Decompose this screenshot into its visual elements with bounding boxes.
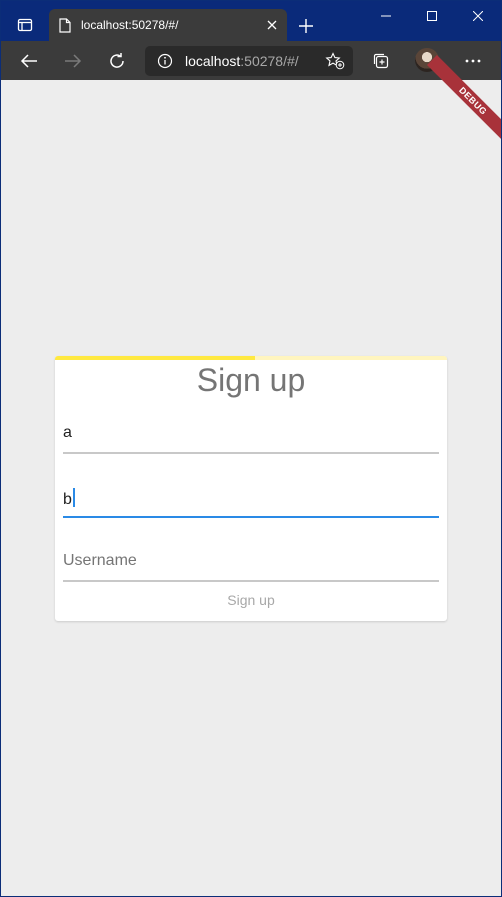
new-tab-button[interactable] [293,13,319,39]
info-icon[interactable] [157,53,173,69]
signup-card: Sign up a b Username Sign up [55,356,447,621]
field-one-value: a [63,424,72,441]
field-one[interactable] [63,414,439,454]
page-content: DEBUG Sign up a b Username Sign up [1,55,501,896]
tab-title: localhost:50278/#/ [81,18,179,32]
progress-bar [55,356,447,360]
address-host: localhost [185,53,241,69]
collections-icon [373,53,389,69]
close-window-button[interactable] [455,1,501,31]
signup-button[interactable]: Sign up [55,592,447,608]
minimize-icon [381,15,391,17]
settings-menu-button[interactable] [457,45,489,77]
progress-bar-fill [55,356,255,360]
field-two[interactable] [63,478,439,518]
field-two-value: b [63,491,72,508]
browser-window: localhost:50278/#/ localhost:50278/#/ D… [1,1,501,896]
title-bar: localhost:50278/#/ [1,1,501,41]
address-path: :50278/#/ [240,53,299,69]
refresh-icon [110,53,124,68]
text-cursor [72,488,75,507]
close-tab-icon[interactable] [267,20,277,30]
page-icon [59,17,71,33]
signup-title: Sign up [196,362,306,398]
username-placeholder: Username [63,552,137,569]
field-two-value-wrap: b [63,488,75,509]
back-arrow-icon [20,54,37,68]
browser-toolbar: localhost:50278/#/ [1,41,501,80]
add-favorite-icon[interactable] [325,52,345,70]
forward-button[interactable] [57,45,89,77]
close-icon [473,11,483,21]
refresh-button[interactable] [101,45,133,77]
more-icon [465,59,481,63]
browser-tab[interactable]: localhost:50278/#/ [49,9,287,41]
back-button[interactable] [13,45,45,77]
plus-icon [299,19,313,33]
maximize-button[interactable] [409,1,455,31]
forward-arrow-icon [65,54,82,68]
minimize-button[interactable] [363,1,409,31]
tab-actions-button[interactable] [7,11,43,39]
tab-actions-icon [17,18,33,32]
collections-button[interactable] [365,45,397,77]
maximize-icon [427,11,437,21]
address-bar[interactable]: localhost:50278/#/ [145,46,353,76]
